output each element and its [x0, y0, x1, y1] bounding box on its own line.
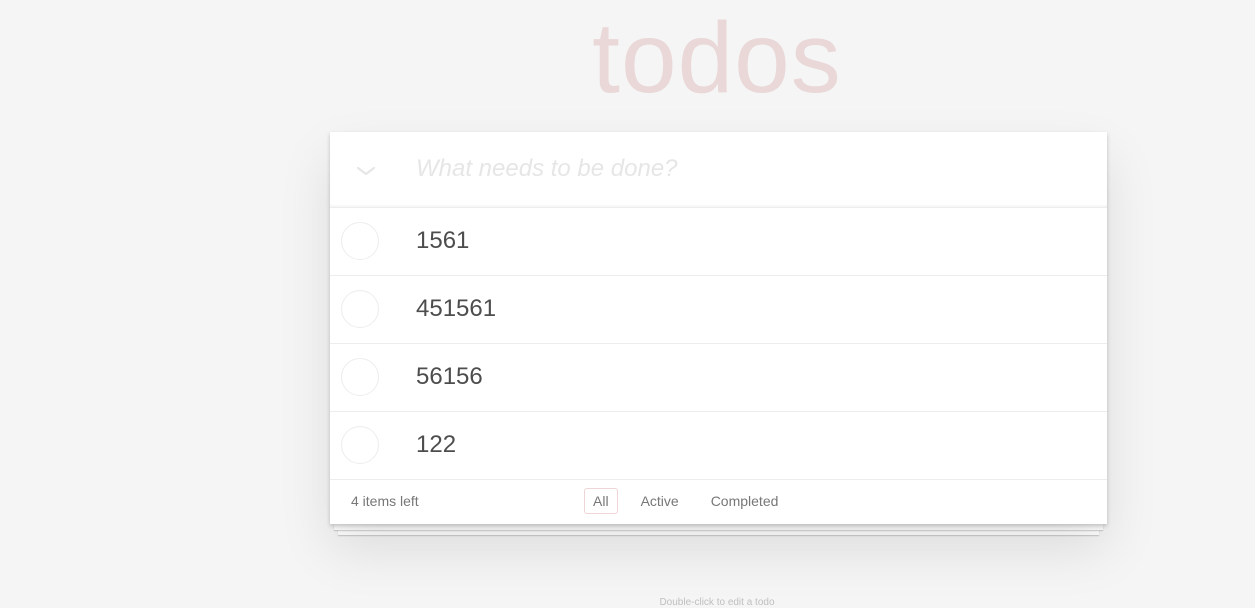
todo-item[interactable]: 1561: [330, 208, 1107, 276]
edit-hint: Double-click to edit a todo: [659, 597, 775, 608]
todo-label[interactable]: 1561: [416, 226, 469, 256]
chevron-down-icon: [356, 166, 376, 176]
filter-tabs: All Active Completed: [584, 488, 787, 514]
todo-checkbox[interactable]: [341, 426, 379, 464]
todo-label[interactable]: 451561: [416, 294, 496, 324]
todo-footer: 4 items left All Active Completed: [330, 480, 1107, 524]
todo-item[interactable]: 451561: [330, 276, 1107, 344]
todo-label[interactable]: 56156: [416, 362, 483, 392]
app-title: todos: [592, 2, 842, 114]
todo-item[interactable]: 122: [330, 412, 1107, 480]
todo-label[interactable]: 122: [416, 430, 456, 460]
items-left-count: 4 items left: [351, 493, 419, 509]
todo-list: 1561 451561 56156 122: [330, 208, 1107, 480]
stack-shadow-2: [338, 530, 1099, 535]
stack-shadow-1: [334, 524, 1103, 530]
toggle-all-button[interactable]: [344, 154, 388, 188]
filter-all[interactable]: All: [584, 488, 618, 514]
filter-completed[interactable]: Completed: [702, 488, 788, 514]
todo-checkbox[interactable]: [341, 358, 379, 396]
todo-app: 1561 451561 56156 122 4 items left All A…: [330, 132, 1107, 524]
todo-checkbox[interactable]: [341, 290, 379, 328]
new-todo-header: [330, 132, 1107, 208]
filter-active[interactable]: Active: [632, 488, 688, 514]
new-todo-input[interactable]: [416, 146, 1076, 192]
todo-item[interactable]: 56156: [330, 344, 1107, 412]
todo-page: todos 1561 451561 56156: [0, 0, 1255, 608]
todo-checkbox[interactable]: [341, 222, 379, 260]
